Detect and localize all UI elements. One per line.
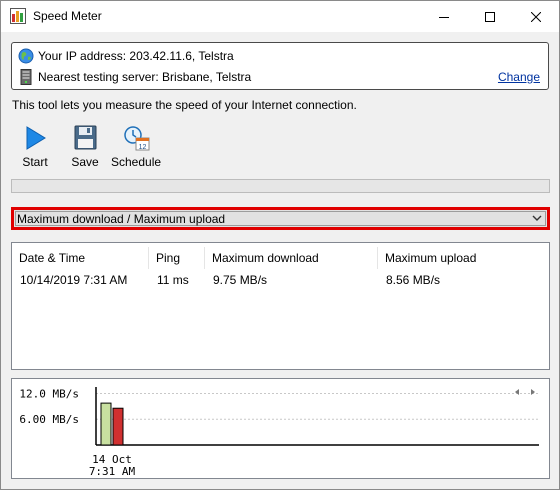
title-bar[interactable]: Speed Meter [1, 1, 559, 32]
speed-meter-window: Speed Meter Your IP address: 203.42.11.6… [0, 0, 560, 490]
chart-bar [112, 407, 124, 446]
ip-address-row: Your IP address: 203.42.11.6, Telstra [18, 47, 234, 65]
chart-canvas: 12.0 MB/s6.00 MB/s14 Oct7:31 AM [19, 387, 539, 478]
cell-ping: 11 ms [157, 273, 189, 287]
server-icon [20, 69, 32, 85]
chevron-down-icon [532, 215, 542, 221]
maximize-button[interactable] [467, 1, 513, 32]
server-row: Nearest testing server: Brisbane, Telstr… [18, 68, 251, 86]
globe-icon [18, 48, 34, 64]
save-button[interactable]: Save [68, 125, 102, 169]
x-tick-label-time: 7:31 AM [89, 465, 136, 478]
ip-address-label: Your IP address: 203.42.11.6, Telstra [38, 49, 234, 63]
connection-info-box: Your IP address: 203.42.11.6, Telstra Ne… [11, 42, 549, 90]
y-tick-label: 12.0 MB/s [19, 387, 79, 400]
header-ping[interactable]: Ping [149, 247, 205, 269]
header-max-upload[interactable]: Maximum upload [378, 247, 548, 269]
chart-bar [100, 402, 112, 446]
window-title: Speed Meter [33, 9, 102, 23]
floppy-disk-icon [74, 125, 97, 150]
tool-description: This tool lets you measure the speed of … [12, 98, 357, 112]
play-icon [26, 126, 46, 150]
close-icon [531, 11, 541, 22]
minimize-icon [439, 16, 449, 18]
header-date-time[interactable]: Date & Time [12, 247, 149, 269]
save-button-label: Save [71, 155, 99, 169]
results-table[interactable]: Date & Time Ping Maximum download Maximu… [11, 242, 550, 370]
cell-date-time: 10/14/2019 7:31 AM [20, 273, 128, 287]
y-tick-label: 6.00 MB/s [19, 413, 79, 426]
scroll-right-icon [531, 389, 535, 395]
measurement-mode-value: Maximum download / Maximum upload [17, 211, 226, 226]
measurement-mode-select[interactable]: Maximum download / Maximum upload [11, 207, 550, 230]
close-button[interactable] [513, 1, 559, 32]
change-server-link[interactable]: Change [498, 70, 540, 84]
minimize-button[interactable] [421, 1, 467, 32]
schedule-button-label: Schedule [111, 155, 162, 169]
calendar-day-number: 12 [139, 144, 147, 151]
clock-calendar-icon: 12 [124, 126, 150, 151]
maximize-icon [485, 11, 495, 22]
cell-max-upload: 8.56 MB/s [386, 273, 441, 287]
cell-max-download: 9.75 MB/s [213, 273, 268, 287]
test-progress-bar [11, 179, 550, 193]
speedmeter-app-icon [10, 8, 26, 24]
schedule-button[interactable]: 12 Schedule [111, 125, 161, 169]
scroll-left-icon [515, 389, 519, 395]
testing-server-label: Nearest testing server: Brisbane, Telstr… [38, 70, 252, 84]
start-button-label: Start [22, 155, 48, 169]
header-max-download[interactable]: Maximum download [205, 247, 378, 269]
speed-history-chart: 12.0 MB/s 6.00 MB/s 14 Oct 7:31 AM [11, 378, 550, 479]
start-button[interactable]: Start [19, 125, 51, 169]
